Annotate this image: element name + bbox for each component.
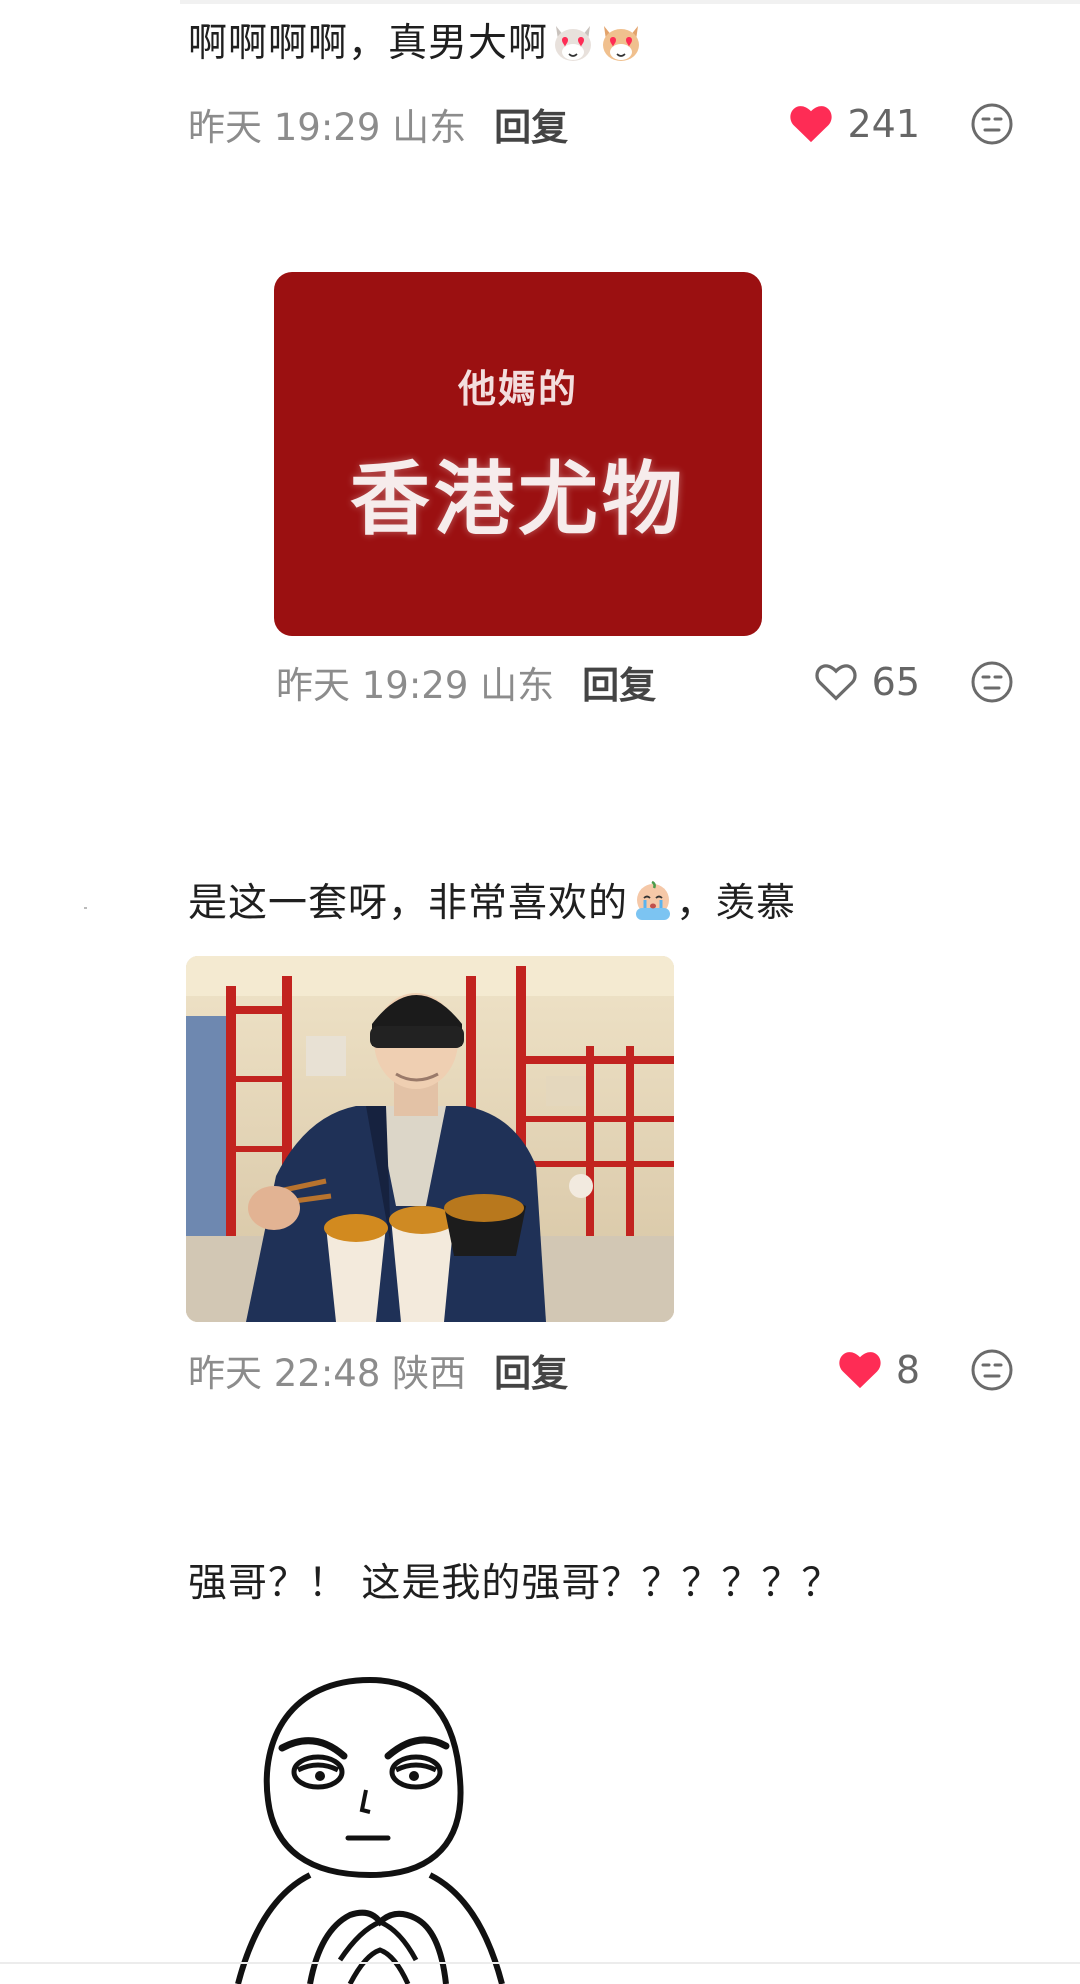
divider	[0, 1962, 1080, 1964]
comment-time: 昨天 19:29 山东	[276, 664, 555, 707]
reply-button[interactable]: 回复	[582, 655, 656, 709]
reply-button[interactable]: 回复	[494, 97, 568, 151]
like-count: 8	[895, 1348, 920, 1392]
emoji-reaction-icon[interactable]	[970, 102, 1014, 146]
comment-body: 强哥？！ 这是我的强哥？？？？？？	[188, 1561, 842, 1606]
comment-text[interactable]: 强哥？！ 这是我的强哥？？？？？？	[188, 1556, 841, 1612]
heart-eyes-cat-emoji	[598, 18, 644, 64]
like-button[interactable]: 241	[789, 94, 920, 154]
comment-text[interactable]: 啊啊啊啊，真男大啊	[188, 16, 644, 72]
comment-body: 是这一套呀，非常喜欢的	[188, 881, 629, 926]
like-count: 65	[871, 660, 920, 704]
heart-outline-icon	[815, 664, 857, 701]
reply-button[interactable]: 回复	[494, 1343, 568, 1397]
meme-face-sticker[interactable]	[220, 1660, 540, 1984]
comment-body: ，羡慕	[676, 881, 797, 926]
like-count: 241	[847, 102, 920, 146]
heart-filled-icon	[839, 1352, 881, 1389]
like-button[interactable]: 65	[814, 652, 920, 712]
emoji-reaction-icon[interactable]	[970, 1348, 1014, 1392]
crying-emoji	[630, 878, 676, 924]
card-small-text: 他媽的	[457, 365, 578, 411]
comment-meta: 昨天 19:29 山东 回复 65	[0, 652, 1080, 712]
divider	[84, 907, 87, 909]
emoji-reaction-icon[interactable]	[970, 660, 1014, 704]
photo-man-eating-noodles	[186, 956, 674, 1322]
comment-image-card[interactable]: 他媽的 香港尤物	[274, 272, 762, 636]
comment-feed: 啊啊啊啊，真男大啊 昨天 19:29 山东 回复 241 他媽的 香港尤物 昨天…	[0, 0, 1080, 1984]
heart-filled-icon	[790, 106, 833, 143]
comment-meta: 昨天 19:29 山东 回复 241	[0, 94, 1080, 154]
heart-eyes-cat-emoji	[550, 18, 596, 64]
divider	[180, 0, 1080, 4]
like-button[interactable]: 8	[838, 1340, 920, 1400]
comment-body: 啊啊啊啊，真男大啊	[188, 21, 549, 66]
comment-time: 昨天 22:48 陕西	[188, 1352, 467, 1395]
comment-meta: 昨天 22:48 陕西 回复 8	[0, 1340, 1080, 1400]
comment-time: 昨天 19:29 山东	[188, 106, 467, 149]
comment-text[interactable]: 是这一套呀，非常喜欢的 ，羡慕	[188, 876, 796, 932]
card-big-text: 香港尤物	[350, 451, 686, 546]
comment-photo[interactable]	[186, 956, 674, 1322]
